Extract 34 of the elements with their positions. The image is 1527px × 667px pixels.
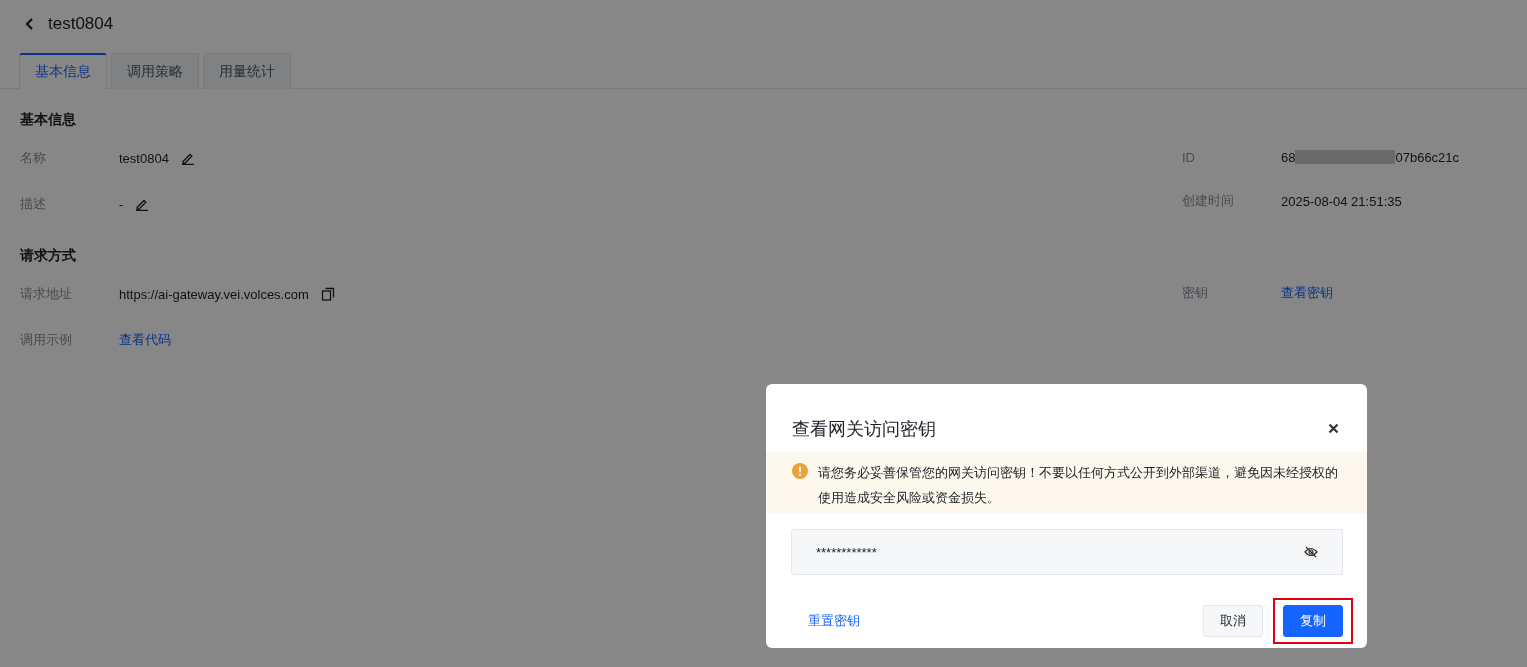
section-title: 请求方式: [20, 247, 77, 265]
eye-off-icon[interactable]: [1304, 546, 1318, 558]
field-value: 68: [1281, 149, 1296, 165]
field-label: 创建时间: [1182, 192, 1235, 210]
tab[interactable]: 调用策略: [111, 53, 199, 89]
section-title: 基本信息: [20, 111, 77, 129]
close-icon[interactable]: [1328, 423, 1339, 434]
field-label: 请求地址: [20, 285, 73, 303]
link[interactable]: 查看密钥: [1281, 284, 1333, 302]
reset-key-link[interactable]: 重置密钥: [808, 612, 860, 630]
edit-icon[interactable]: [180, 151, 195, 165]
copy-icon[interactable]: [320, 287, 335, 301]
field-value: 07b66c21c: [1395, 149, 1460, 165]
warning-text: 请您务必妥善保管您的网关访问密钥！不要以任何方式公开到外部渠道，避免因未经授权的使用造成安全风险或资金损失。: [818, 464, 1339, 505]
field-value: https://ai-gateway.vei.volces.com: [119, 286, 309, 302]
cancel-button[interactable]: 取消: [1203, 605, 1263, 637]
field-label: 名称: [20, 149, 47, 167]
secret-field[interactable]: ************: [791, 529, 1343, 575]
link[interactable]: 查看代码: [119, 331, 171, 349]
back-icon[interactable]: [24, 17, 34, 31]
field-label: ID: [1182, 149, 1196, 165]
warning-icon: [792, 463, 808, 479]
page-title: test0804: [48, 14, 114, 34]
field-label: 调用示例: [20, 331, 73, 349]
tab[interactable]: 用量统计: [203, 53, 291, 89]
field-label: 密钥: [1182, 284, 1209, 302]
copy-button[interactable]: 复制: [1283, 605, 1343, 637]
field-label: 描述: [20, 195, 47, 213]
field-value: -: [119, 196, 124, 212]
dialog-title: 查看网关访问密钥: [792, 417, 936, 441]
edit-icon[interactable]: [135, 197, 150, 211]
field-value: 2025-08-04 21:51:35: [1281, 193, 1402, 209]
field-value: test0804: [119, 150, 169, 166]
tab[interactable]: 基本信息: [19, 53, 107, 89]
